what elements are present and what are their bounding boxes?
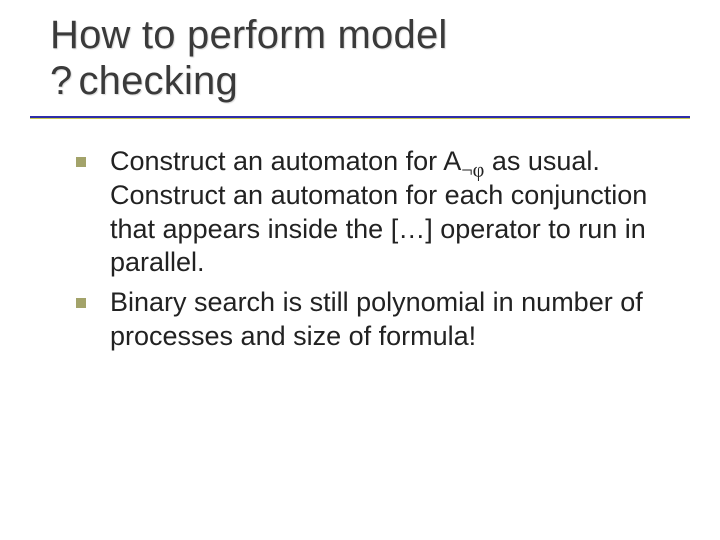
slide-title: How to perform model ?checking <box>50 12 690 104</box>
title-block: How to perform model ?checking <box>0 0 720 104</box>
list-item: Binary search is still polynomial in num… <box>76 286 680 354</box>
square-bullet-icon <box>76 298 86 308</box>
body: Construct an automaton for A¬φ as usual.… <box>0 119 720 354</box>
bullet-text-pre: Construct an automaton for A <box>110 146 461 176</box>
slide: How to perform model ?checking Construct… <box>0 0 720 540</box>
title-line-2: checking <box>78 59 237 103</box>
title-line-1: How to perform model <box>50 13 447 57</box>
title-question-mark: ? <box>50 58 72 104</box>
bullet-list: Construct an automaton for A¬φ as usual.… <box>76 145 680 354</box>
list-item: Construct an automaton for A¬φ as usual.… <box>76 145 680 280</box>
bullet-subscript: ¬φ <box>461 159 484 181</box>
bullet-text-pre: Binary search is still polynomial in num… <box>110 287 643 351</box>
square-bullet-icon <box>76 157 86 167</box>
